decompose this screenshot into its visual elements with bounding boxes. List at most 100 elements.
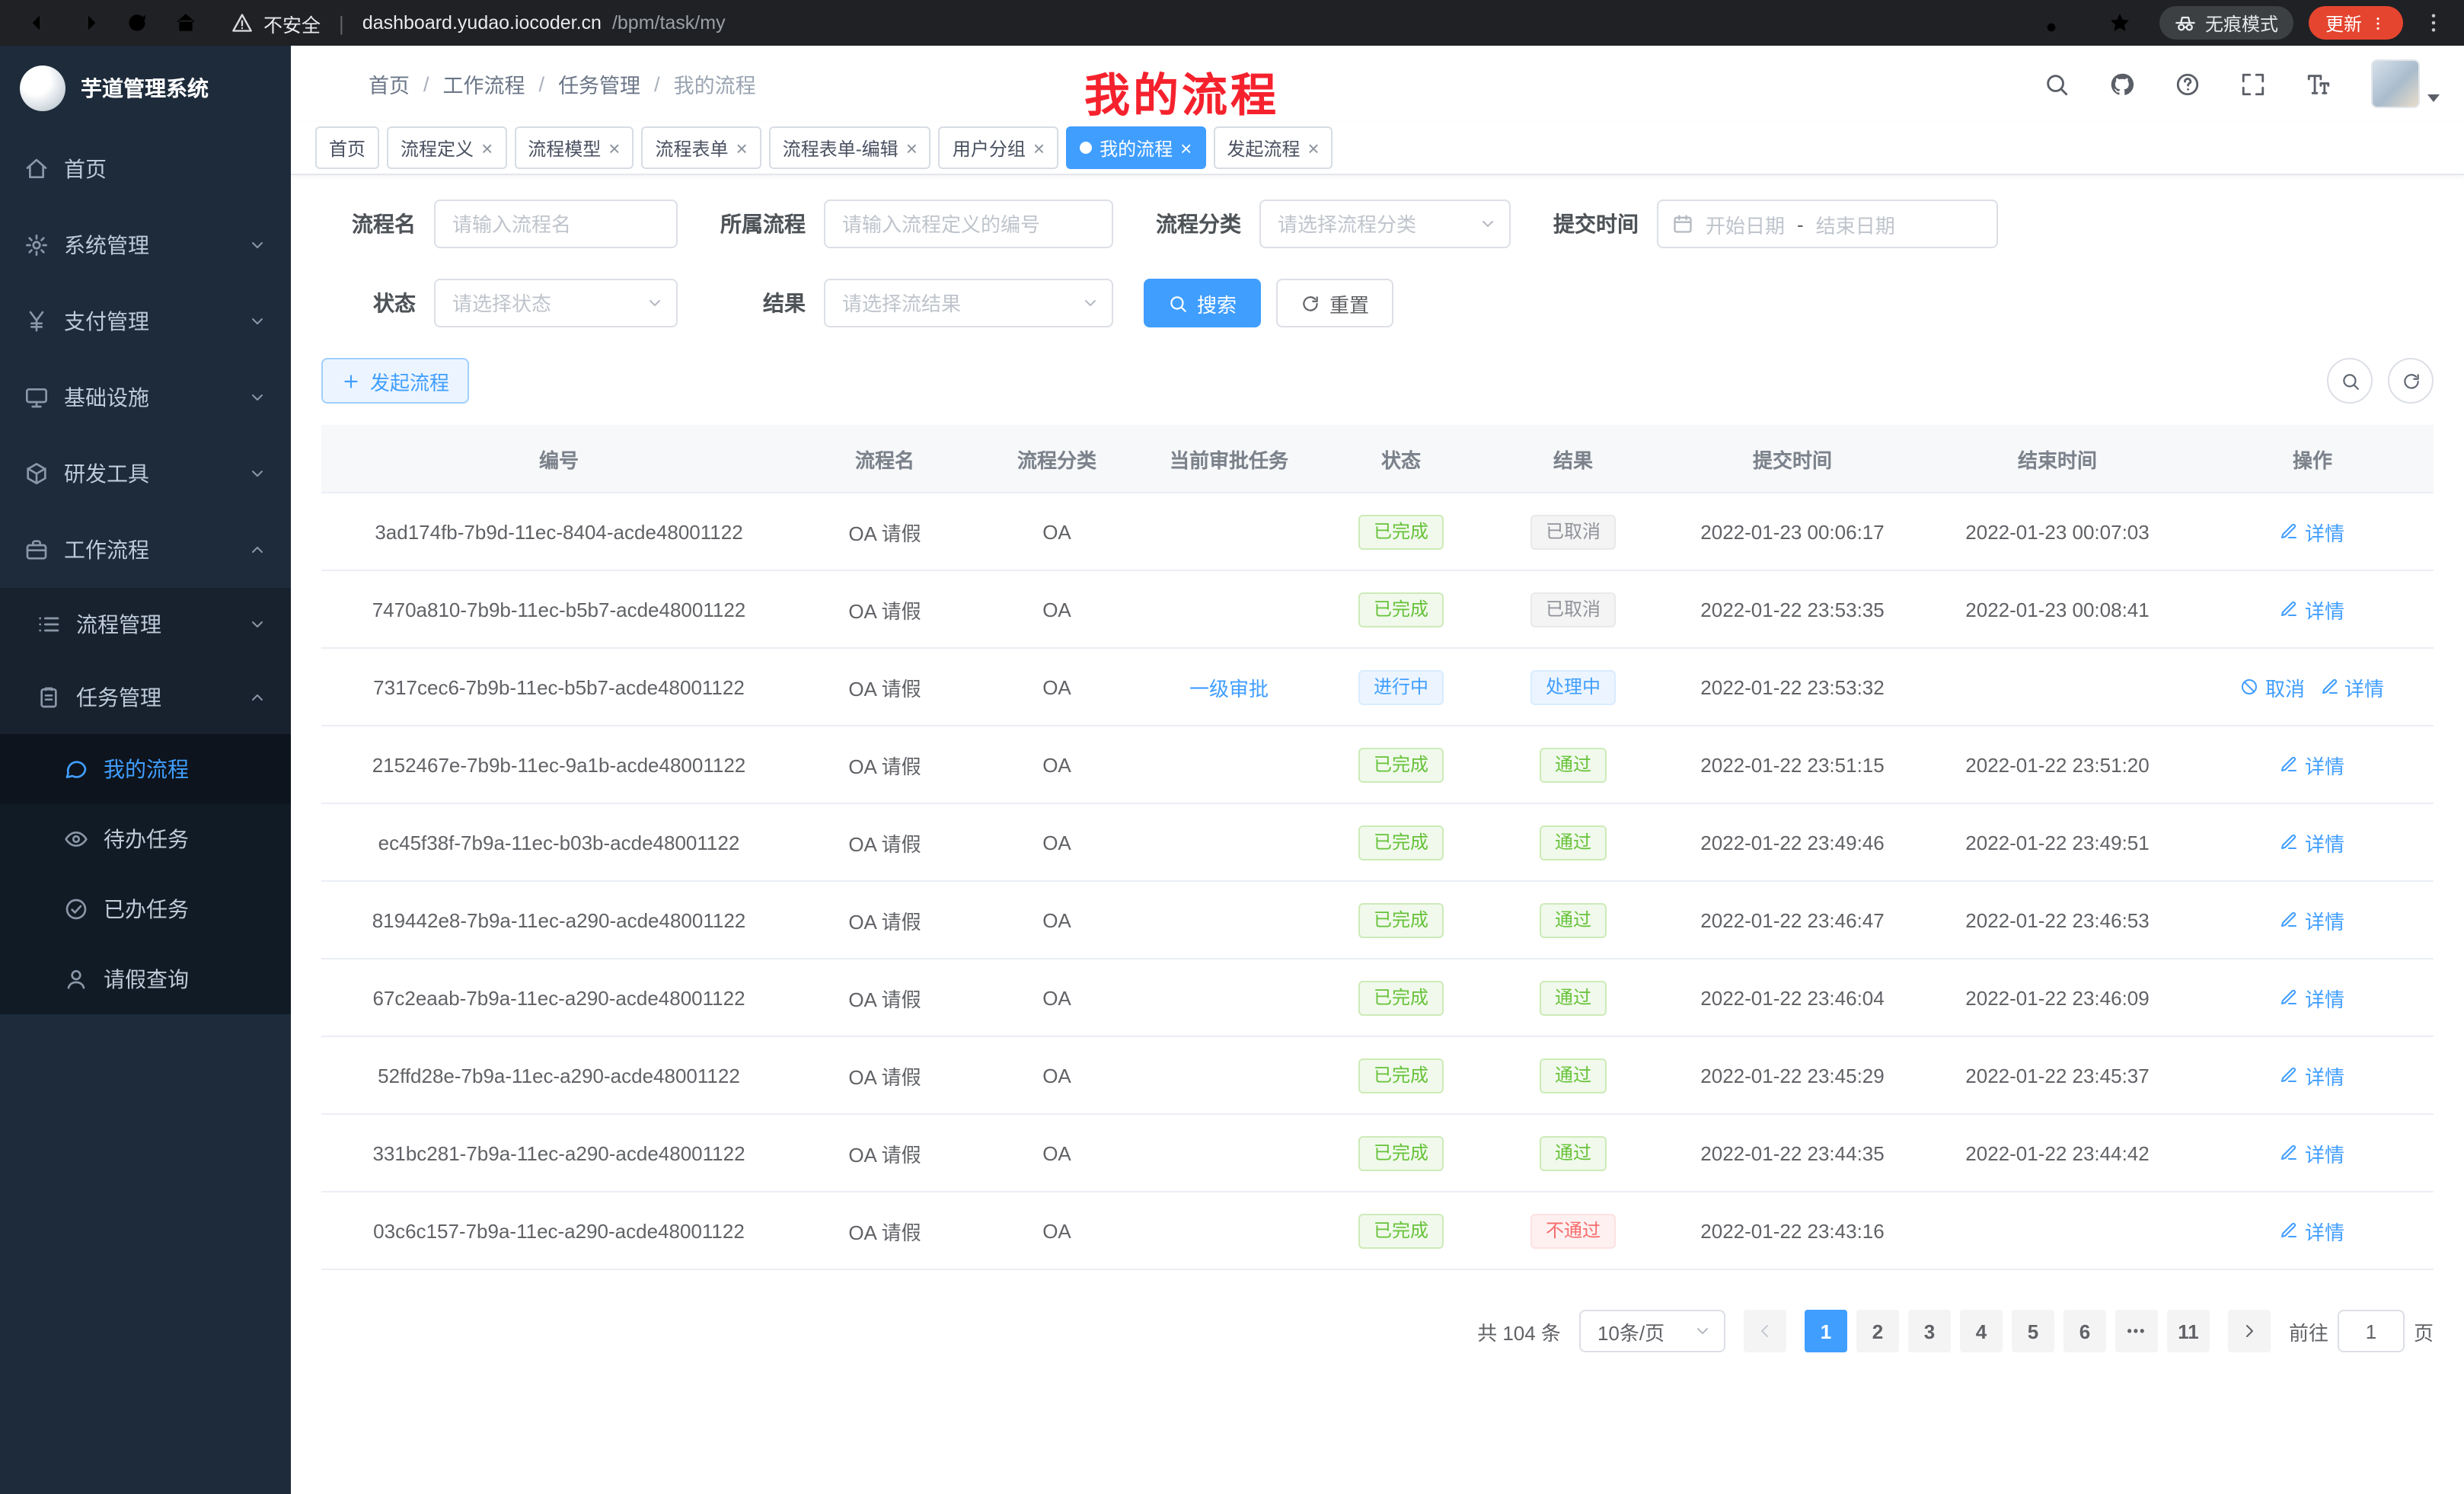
sidebar-item-workflow[interactable]: 工作流程: [0, 512, 291, 588]
address-bar[interactable]: 不安全 | dashboard.yudao.iocoder.cn/bpm/tas…: [231, 8, 2032, 37]
browser-menu-icon[interactable]: [2421, 11, 2446, 35]
refresh-table-button[interactable]: [2388, 358, 2434, 404]
sidebar-item-payment[interactable]: 支付管理: [0, 283, 291, 359]
result-badge: 通过: [1540, 825, 1607, 860]
page-button[interactable]: 4: [1960, 1310, 2003, 1352]
page-button[interactable]: 5: [2012, 1310, 2054, 1352]
close-icon[interactable]: ×: [906, 138, 918, 158]
sidebar-item-done-task[interactable]: 已办任务: [0, 874, 291, 944]
page-list: 1 2 3 4 5 6 ••• 11: [1805, 1310, 2210, 1352]
hamburger-icon[interactable]: [315, 69, 344, 98]
tab-label: 发起流程: [1227, 135, 1300, 161]
page-button[interactable]: 1: [1805, 1310, 1847, 1352]
page-button[interactable]: 6: [2063, 1310, 2106, 1352]
detail-link[interactable]: 详情: [2280, 905, 2344, 934]
toggle-search-button[interactable]: [2327, 358, 2373, 404]
sidebar-item-infrastructure[interactable]: 基础设施: [0, 359, 291, 436]
avatar: [2371, 59, 2420, 108]
tab-process-model[interactable]: 流程模型×: [514, 126, 634, 169]
incognito-badge: 无痕模式: [2159, 6, 2293, 40]
forward-icon[interactable]: [76, 11, 101, 35]
detail-link[interactable]: 详情: [2280, 1061, 2344, 1090]
sidebar-item-leave-query[interactable]: 请假查询: [0, 944, 291, 1014]
browser-home-icon[interactable]: [174, 11, 198, 35]
more-pages-button[interactable]: •••: [2115, 1310, 2158, 1352]
task-link[interactable]: 一级审批: [1189, 677, 1269, 700]
result-select[interactable]: [824, 279, 1113, 327]
fullscreen-icon[interactable]: [2240, 71, 2266, 97]
tab-process-form[interactable]: 流程表单×: [641, 126, 761, 169]
cell-name: OA 请假: [796, 803, 973, 881]
detail-link[interactable]: 详情: [2280, 1138, 2344, 1167]
chrome-update-button[interactable]: 更新: [2309, 6, 2403, 40]
cancel-link[interactable]: 取消: [2241, 672, 2305, 701]
key-icon[interactable]: [2044, 11, 2068, 35]
next-page-button[interactable]: [2228, 1310, 2271, 1352]
sidebar-item-system[interactable]: 系统管理: [0, 207, 291, 283]
tab-label: 流程表单-编辑: [783, 135, 898, 161]
breadcrumb-item[interactable]: 任务管理: [558, 69, 640, 99]
breadcrumb-separator: /: [539, 72, 545, 95]
jump-input[interactable]: [2338, 1310, 2405, 1352]
prev-page-button[interactable]: [1744, 1310, 1786, 1352]
process-name-input[interactable]: [434, 200, 678, 248]
detail-link[interactable]: 详情: [2280, 828, 2344, 857]
detail-link[interactable]: 详情: [2320, 672, 2384, 701]
tab-start-process[interactable]: 发起流程 ×: [1213, 126, 1333, 169]
status-select[interactable]: [434, 279, 678, 327]
detail-link[interactable]: 详情: [2280, 595, 2344, 624]
sidebar-item-task-management[interactable]: 任务管理: [0, 661, 291, 734]
github-icon[interactable]: [2109, 71, 2135, 97]
user-menu[interactable]: [2371, 59, 2440, 108]
parent-process-input[interactable]: [824, 200, 1113, 248]
search-icon[interactable]: [2044, 71, 2070, 97]
reload-icon[interactable]: [125, 11, 149, 35]
table-toolbar: 发起流程: [321, 358, 2434, 404]
tab-my-process[interactable]: 我的流程×: [1066, 126, 1205, 169]
app-logo[interactable]: 芋道管理系统: [0, 46, 291, 131]
chevron-up-icon: [248, 688, 267, 707]
result-badge: 通过: [1540, 1135, 1607, 1170]
help-icon[interactable]: [2175, 71, 2201, 97]
font-size-icon[interactable]: [2306, 71, 2332, 97]
page-size-select[interactable]: [1579, 1310, 1725, 1352]
page-button[interactable]: 2: [1856, 1310, 1899, 1352]
bookmark-star-icon[interactable]: [2108, 11, 2132, 35]
sidebar-item-my-process[interactable]: 我的流程: [0, 734, 291, 804]
close-icon[interactable]: ×: [736, 138, 748, 158]
result-badge: 通过: [1540, 980, 1607, 1015]
start-process-button[interactable]: 发起流程: [321, 358, 469, 404]
date-range-picker[interactable]: 开始日期 - 结束日期: [1657, 200, 1998, 248]
sidebar-item-devtools[interactable]: 研发工具: [0, 436, 291, 512]
edit-icon: [2280, 755, 2299, 774]
cell-submit-time: 2022-01-22 23:44:35: [1661, 1114, 1923, 1192]
chevron-right-icon: [2240, 1322, 2258, 1340]
reset-button[interactable]: 重置: [1276, 279, 1393, 327]
tab-user-group[interactable]: 用户分组×: [939, 126, 1058, 169]
close-icon[interactable]: ×: [1033, 138, 1045, 158]
breadcrumb-separator: /: [654, 72, 660, 95]
close-icon[interactable]: ×: [1307, 138, 1319, 158]
close-icon[interactable]: ×: [481, 138, 493, 158]
page-button[interactable]: 11: [2167, 1310, 2210, 1352]
detail-link[interactable]: 详情: [2280, 750, 2344, 779]
close-icon[interactable]: ×: [1180, 138, 1192, 158]
sidebar-item-home[interactable]: 首页: [0, 131, 291, 207]
sidebar-item-process-management[interactable]: 流程管理: [0, 588, 291, 661]
back-icon[interactable]: [27, 11, 52, 35]
sidebar-item-todo-task[interactable]: 待办任务: [0, 804, 291, 874]
detail-link[interactable]: 详情: [2280, 983, 2344, 1012]
page-button[interactable]: 3: [1908, 1310, 1951, 1352]
start-process-label: 发起流程: [370, 366, 449, 395]
cell-task: [1141, 493, 1317, 570]
tab-home[interactable]: 首页: [315, 126, 379, 169]
category-select[interactable]: [1259, 200, 1511, 248]
close-icon[interactable]: ×: [608, 138, 620, 158]
detail-link[interactable]: 详情: [2280, 517, 2344, 546]
breadcrumb-item[interactable]: 工作流程: [443, 69, 525, 99]
tab-process-definition[interactable]: 流程定义×: [387, 126, 506, 169]
detail-link[interactable]: 详情: [2280, 1216, 2344, 1245]
tab-process-form-edit[interactable]: 流程表单-编辑 ×: [769, 126, 931, 169]
breadcrumb-item[interactable]: 首页: [369, 69, 410, 99]
search-button[interactable]: 搜索: [1144, 279, 1261, 327]
